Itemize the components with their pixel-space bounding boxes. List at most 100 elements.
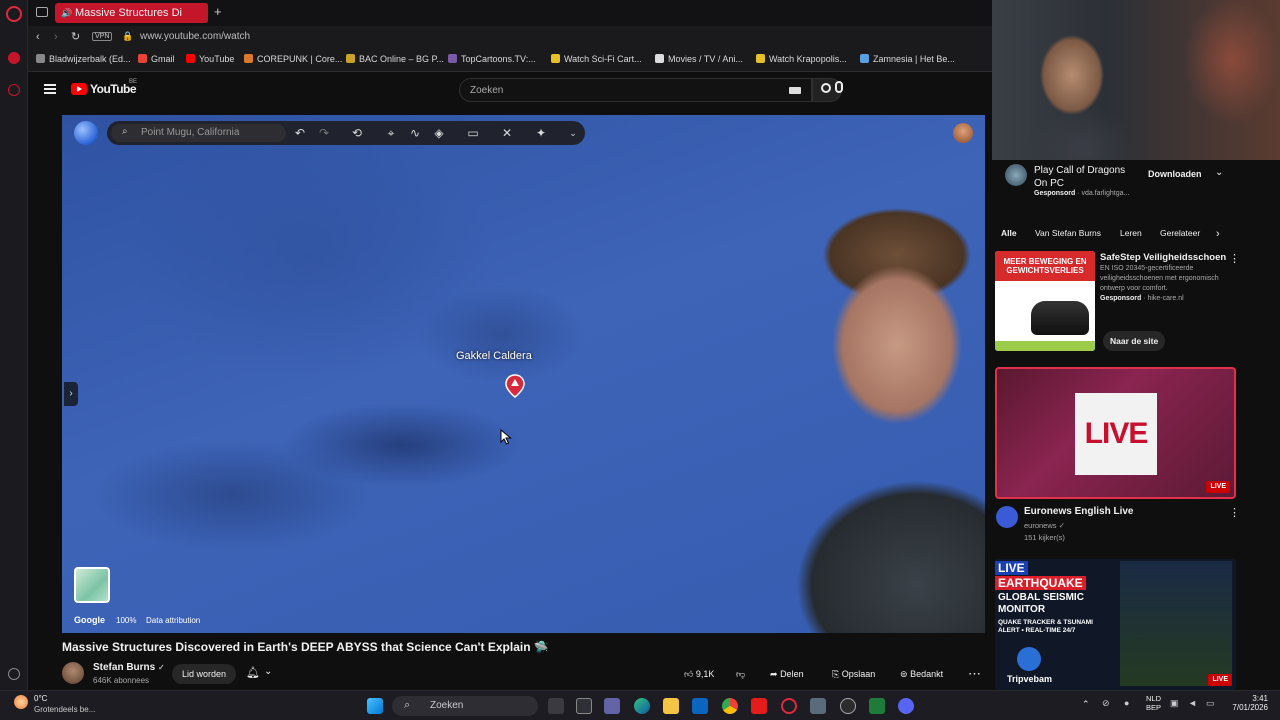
windows-start-icon[interactable] (367, 698, 383, 714)
discord-icon[interactable] (898, 698, 914, 714)
bookmark-item[interactable]: COREPUNK | Core... (244, 54, 342, 64)
reload-icon[interactable]: ↻ (71, 30, 80, 43)
more-icon[interactable] (8, 668, 20, 680)
dislike-button[interactable]: 👎︎ (736, 664, 745, 684)
chip-from-channel[interactable]: Van Stefan Burns (1035, 228, 1101, 242)
undo-icon[interactable]: ↶ (292, 125, 308, 141)
taskbar-search[interactable]: ⌕ Zoeken (392, 696, 538, 716)
download-button[interactable]: Downloaden (1148, 169, 1202, 179)
path-icon[interactable]: ∿ (407, 125, 423, 141)
extension-icon[interactable] (8, 52, 20, 64)
opera-icon[interactable] (781, 698, 797, 714)
map-layer-thumbnail[interactable] (74, 567, 110, 603)
microphone-icon[interactable] (835, 81, 843, 93)
bookmark-item[interactable]: Bladwijzerbalk (Ed... (36, 54, 131, 64)
map-pin-icon[interactable] (505, 374, 525, 398)
chrome-icon[interactable] (722, 698, 738, 714)
bookmark-item[interactable]: Watch Sci-Fi Cart... (551, 54, 642, 64)
language-indicator[interactable]: NLD BEP (1146, 694, 1161, 712)
bell-icon[interactable]: 🔔︎ (246, 666, 260, 679)
data-attribution-link[interactable]: Data attribution (146, 616, 200, 625)
store-icon[interactable] (576, 698, 592, 714)
sparkle-icon[interactable]: ✦ (533, 125, 549, 141)
euronews-avatar[interactable] (996, 506, 1018, 528)
bookmark-item[interactable]: Zamnesia | Het Be... (860, 54, 955, 64)
calculator-icon[interactable] (810, 698, 826, 714)
mic-icon[interactable]: ● (1124, 698, 1129, 708)
share-button[interactable]: ➦ Delen (770, 664, 804, 684)
keyboard-icon[interactable] (789, 87, 801, 94)
redo-icon[interactable]: ↷ (316, 125, 332, 141)
more-actions-icon[interactable]: ⋯ (968, 664, 981, 684)
tab-menu-icon[interactable] (36, 7, 48, 17)
chip-related[interactable]: Gerelateer (1160, 228, 1200, 242)
earth-search-input[interactable]: ⌕ Point Mugu, California (111, 124, 286, 142)
chevron-down-icon[interactable]: ⌄ (264, 666, 272, 677)
volume-icon[interactable]: ◄ (1188, 698, 1197, 708)
chevron-down-icon[interactable]: ⌄ (1215, 167, 1223, 178)
video-player[interactable]: ⌕ Point Mugu, California ↶ ↷ ⟲ ⌖ ∿ ◈ ▭ ✕… (62, 115, 985, 633)
bookmark-item[interactable]: Gmail (138, 54, 175, 64)
youtube-app-icon[interactable] (751, 698, 767, 714)
youtube-logo-icon[interactable] (71, 83, 87, 95)
bookmark-item[interactable]: BAC Online – BG P... (346, 54, 444, 64)
task-view-icon[interactable] (548, 698, 564, 714)
avatar[interactable] (953, 123, 973, 143)
clock[interactable]: 3:41 7/01/2026 (1224, 694, 1268, 712)
visit-site-button[interactable]: Naar de site (1103, 331, 1166, 351)
collapse-panel-icon[interactable]: › (64, 382, 78, 406)
new-tab-button[interactable]: + (214, 4, 222, 19)
opera-logo-icon[interactable] (6, 6, 22, 22)
thanks-button[interactable]: ⊜ Bedankt (900, 664, 943, 684)
chevron-up-icon[interactable]: ⌃ (1082, 699, 1090, 710)
vpn-badge[interactable]: VPN (92, 32, 113, 41)
chevron-down-icon[interactable]: ⌄ (565, 125, 581, 141)
file-explorer-icon[interactable] (663, 698, 679, 714)
chip-learn[interactable]: Leren (1120, 228, 1142, 242)
channel-name[interactable]: Stefan Burns ✓ (93, 662, 165, 673)
outlook-icon[interactable] (692, 698, 708, 714)
bookmark-item[interactable]: Movies / TV / Ani... (655, 54, 743, 64)
ruler-icon[interactable]: ▭ (465, 125, 481, 141)
live-video-thumbnail[interactable]: LIVE LIVE (995, 367, 1236, 499)
teams-icon[interactable] (604, 698, 620, 714)
history-icon[interactable] (8, 84, 20, 96)
ad2-title[interactable]: SafeStep Veiligheidsschoen (1100, 252, 1226, 263)
battery-icon[interactable]: ▭ (1206, 698, 1215, 709)
join-button[interactable]: Lid worden (172, 664, 236, 684)
search-input[interactable]: Zoeken (459, 78, 812, 102)
network-icon[interactable]: ⊘ (1102, 698, 1110, 709)
hamburger-menu-icon[interactable] (44, 84, 56, 94)
excel-icon[interactable] (869, 698, 885, 714)
bookmark-item[interactable]: Watch Krapopolis... (756, 54, 847, 64)
bookmark-item[interactable]: YouTube (186, 54, 234, 64)
weather-temp[interactable]: 0°C (34, 694, 47, 703)
back-icon[interactable]: ‹ (36, 31, 40, 43)
weather-icon[interactable] (14, 695, 28, 709)
forward-icon[interactable]: › (54, 31, 58, 43)
url-field[interactable]: www.youtube.com/watch (140, 31, 250, 42)
tab-title: Massive Structures Di (75, 7, 182, 19)
chip-all[interactable]: Alle (1001, 228, 1017, 242)
placemark-icon[interactable]: ⌖ (383, 125, 399, 141)
save-button[interactable]: ⎘ Opslaan (832, 664, 875, 684)
like-button[interactable]: 👍︎ 9,1K (684, 664, 714, 684)
ad-title[interactable]: Play Call of Dragons On PC (1034, 164, 1130, 190)
tab-active[interactable]: 🔊 Massive Structures Di (55, 3, 208, 23)
earthquake-video-thumbnail[interactable]: LIVE EARTHQUAKE GLOBAL SEISMIC MONITOR Q… (995, 559, 1236, 690)
edge-icon[interactable] (634, 698, 650, 714)
channel-avatar[interactable] (62, 662, 84, 684)
satellite-icon[interactable]: ✕ (499, 125, 515, 141)
layers-icon[interactable]: ◈ (431, 125, 447, 141)
chevron-right-icon[interactable]: › (1216, 228, 1220, 242)
monitor-icon[interactable]: ▣ (1170, 698, 1179, 709)
more-vert-icon[interactable]: ⋮ (1229, 252, 1240, 265)
live-video-title[interactable]: Euronews English Live (1024, 506, 1133, 517)
google-earth-globe-icon[interactable] (74, 121, 98, 145)
more-vert-icon[interactable]: ⋮ (1229, 506, 1240, 519)
ad-thumbnail[interactable]: MEER BEWEGING EN GEWICHTSVERLIES (995, 251, 1095, 351)
app-icon[interactable] (840, 698, 856, 714)
bookmark-item[interactable]: TopCartoons.TV:... (448, 54, 536, 64)
history-icon[interactable]: ⟲ (349, 125, 365, 141)
weather-desc[interactable]: Grotendeels be... (34, 705, 95, 714)
